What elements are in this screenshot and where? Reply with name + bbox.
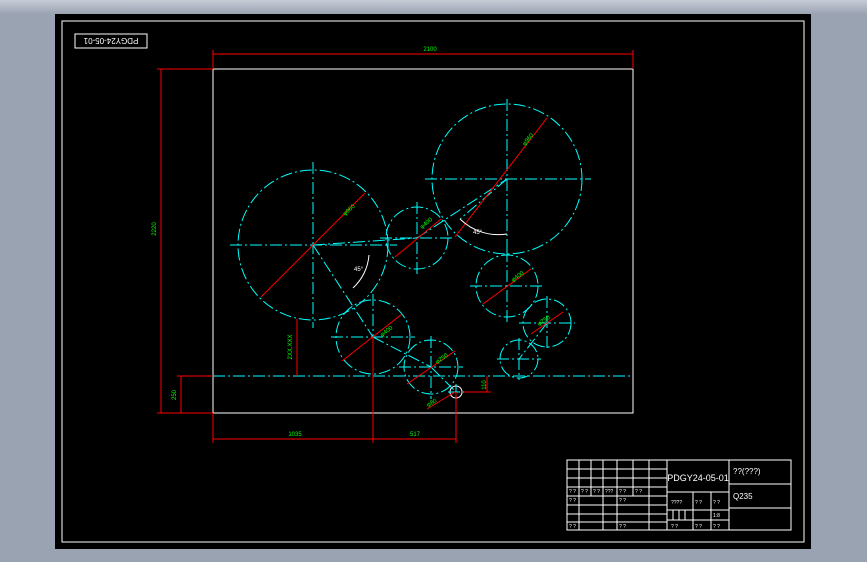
tb-cell: ???? [671, 500, 682, 506]
tb-cell: ??? [605, 489, 614, 495]
tb-cell: ? ? [593, 489, 600, 495]
tb-cell: ? ? [619, 498, 626, 504]
tb-cell: ? ? [671, 524, 678, 530]
dim-small-text: 110 [482, 380, 488, 390]
drawing-canvas[interactable]: PDGY24-05-01 2100 2220 1035 517 2XX.XXX … [55, 14, 811, 549]
rotated-drawing-id: PDGY24-05-01 [83, 36, 138, 45]
angle-label-1: 45° [354, 267, 364, 273]
tb-cell: ? ? [713, 524, 720, 530]
tb-cell: ? ? [713, 500, 720, 506]
tb-cell: ? ? [695, 500, 702, 506]
dim-width-text: 2100 [423, 47, 437, 53]
cad-window: PDGY24-05-01 2100 2220 1035 517 2XX.XXX … [0, 0, 867, 562]
dim-left-text: 1035 [288, 432, 302, 438]
dim-gap-text: 517 [410, 432, 421, 438]
tb-cell: ? ? [569, 524, 576, 530]
dim-v1-text: 2XX.XXX [288, 334, 294, 359]
tb-cell: ? ? [619, 489, 626, 495]
titleblock-name: ??(???) [733, 467, 761, 476]
titleblock-material: Q235 [733, 492, 753, 501]
sheet-background [55, 14, 811, 549]
tb-cell: ? ? [569, 489, 576, 495]
angle-label-2: 45° [473, 230, 483, 236]
tb-cell: ? ? [581, 489, 588, 495]
dim-base-text: 250 [172, 389, 178, 400]
tb-cell: ? ? [695, 524, 702, 530]
titleblock-code: PDGY24-05-01 [667, 473, 729, 483]
tb-cell: 1:8 [713, 513, 720, 519]
dim-height-text: 2220 [152, 222, 158, 236]
tb-cell: ? ? [619, 524, 626, 530]
tb-cell: ? ? [635, 489, 642, 495]
tb-cell: ? ? [569, 498, 576, 504]
